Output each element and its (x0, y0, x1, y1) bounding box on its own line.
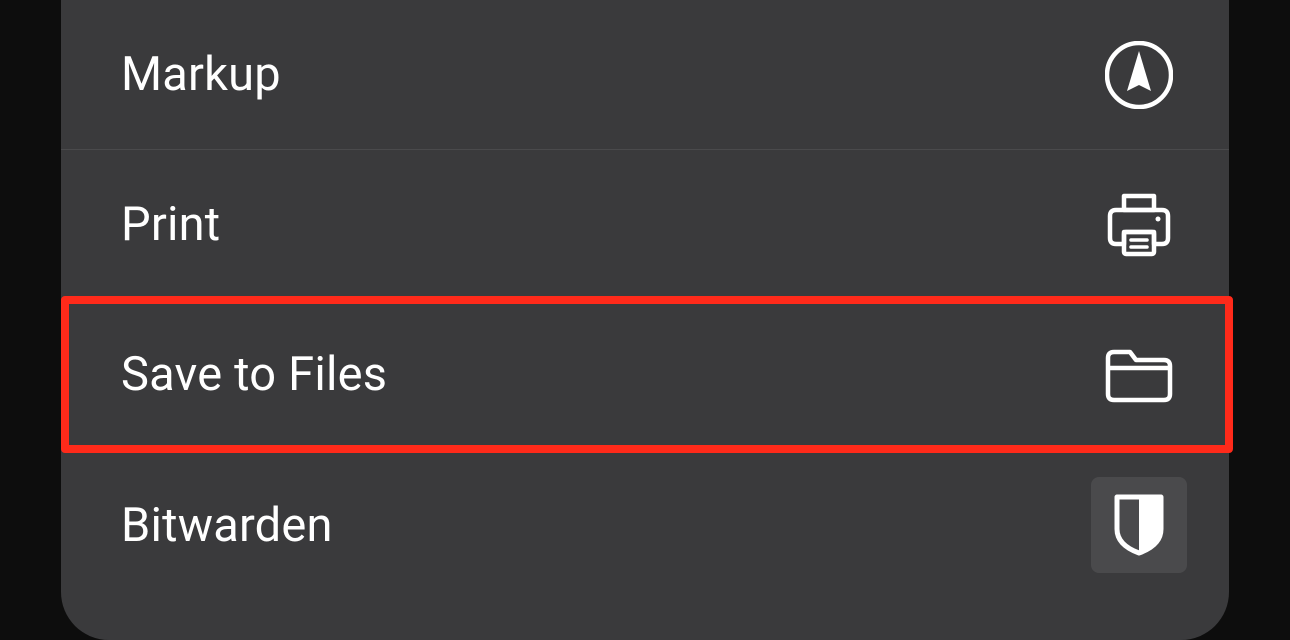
menu-item-bitwarden[interactable]: Bitwarden (61, 450, 1229, 600)
menu-item-save-to-files[interactable]: Save to Files (61, 300, 1229, 450)
menu-item-label: Markup (121, 47, 281, 102)
print-icon (1091, 177, 1187, 273)
menu-item-label: Bitwarden (121, 498, 333, 553)
menu-item-print[interactable]: Print (61, 150, 1229, 300)
markup-icon (1091, 27, 1187, 123)
bitwarden-app-icon (1091, 477, 1187, 573)
menu-item-markup[interactable]: Markup (61, 0, 1229, 150)
folder-icon (1091, 327, 1187, 423)
menu-item-label: Print (121, 197, 220, 252)
share-sheet-menu: Markup Print Save to Files (61, 0, 1229, 640)
menu-item-label: Save to Files (121, 347, 387, 402)
